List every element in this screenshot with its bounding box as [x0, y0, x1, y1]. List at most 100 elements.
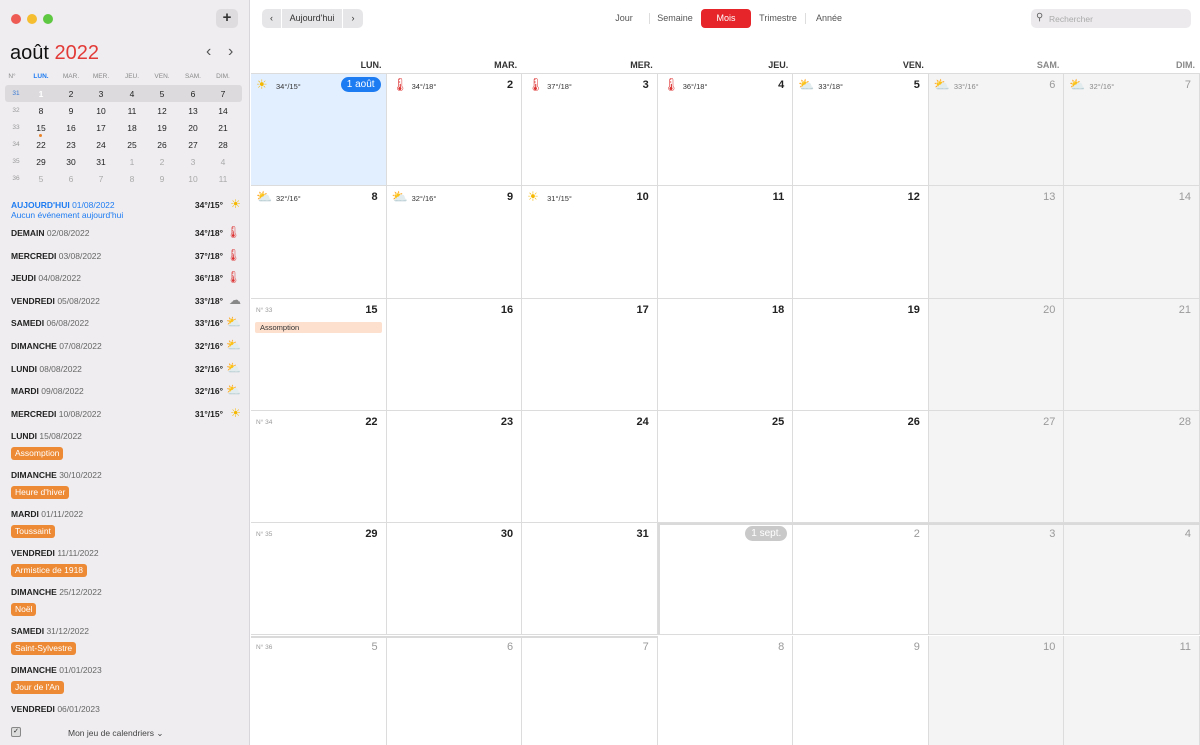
mini-calendar-day[interactable]: 9	[147, 172, 177, 186]
mini-calendar-day[interactable]: 4	[117, 87, 147, 101]
mini-calendar-day[interactable]: 2	[56, 87, 86, 101]
agenda-holiday[interactable]: SAMEDI 31/12/2022	[11, 626, 243, 636]
mini-calendar-day[interactable]: 11	[208, 172, 238, 186]
mini-calendar-day[interactable]: 30	[56, 155, 86, 169]
day-cell[interactable]: 19	[793, 298, 929, 411]
mini-calendar-day[interactable]: 22	[26, 138, 56, 152]
agenda-item[interactable]: MARDI 09/08/2022 32°/16° ⛅	[11, 383, 243, 397]
mini-calendar-day[interactable]: 19	[147, 121, 177, 135]
agenda-item[interactable]: LUNDI 08/08/2022 32°/16° ⛅	[11, 361, 243, 375]
zoom-window-button[interactable]	[43, 14, 53, 24]
minimize-window-button[interactable]	[27, 14, 37, 24]
mini-calendar-day[interactable]: 5	[147, 87, 177, 101]
mini-calendar-day[interactable]: 8	[26, 104, 56, 118]
today-button[interactable]: Aujourd'hui	[282, 9, 342, 28]
agenda-holiday[interactable]: LUNDI 15/08/2022	[11, 431, 243, 441]
day-cell[interactable]: 25	[657, 410, 794, 524]
mini-calendar-day[interactable]: 9	[56, 104, 86, 118]
day-cell[interactable]: 31	[522, 523, 658, 636]
day-cell[interactable]: N° 33 15 Assomption	[251, 298, 387, 411]
mini-calendar-next-icon[interactable]: ›	[228, 43, 233, 61]
mini-calendar-day[interactable]: 8	[117, 172, 147, 186]
agenda-holiday[interactable]: DIMANCHE 25/12/2022	[11, 587, 243, 597]
mini-calendar-day[interactable]: 5	[26, 172, 56, 186]
agenda-holiday[interactable]: VENDREDI 06/01/2023	[11, 704, 243, 714]
day-cell[interactable]: 7	[522, 635, 658, 745]
day-cell[interactable]: 16	[386, 298, 523, 411]
holiday-tag[interactable]: Assomption	[11, 447, 64, 460]
mini-calendar-day[interactable]: 4	[208, 155, 238, 169]
day-cell[interactable]: 20	[928, 298, 1065, 411]
day-cell[interactable]: 9	[793, 635, 929, 745]
prev-period-button[interactable]: ‹	[262, 9, 281, 28]
day-cell[interactable]: 30	[386, 523, 523, 636]
agenda-item[interactable]: DEMAIN 02/08/2022 34°/18° 🌡	[11, 225, 243, 239]
day-cell[interactable]: 8 ⛅ 32°/16°	[251, 186, 387, 299]
holiday-tag[interactable]: Heure d'hiver	[11, 486, 70, 499]
mini-calendar-day[interactable]: 15	[26, 121, 56, 137]
calendar-set-checkbox[interactable]: ✓	[11, 727, 21, 737]
day-cell[interactable]: 2 🌡 34°/18°	[386, 74, 523, 187]
mini-calendar-day[interactable]: 25	[117, 138, 147, 152]
day-cell[interactable]: 23	[386, 410, 523, 524]
event-assomption[interactable]: Assomption	[255, 321, 382, 333]
mini-calendar-day[interactable]: 23	[56, 138, 86, 152]
day-cell[interactable]: 7 ⛅ 32°/16°	[1064, 74, 1200, 187]
day-cell[interactable]: 5 ⛅ 33°/18°	[793, 74, 929, 187]
mini-calendar-day[interactable]: 21	[208, 121, 238, 135]
mini-calendar-day[interactable]: 6	[178, 87, 208, 101]
mini-calendar-day[interactable]: 3	[86, 87, 116, 101]
day-cell[interactable]: 9 ⛅ 32°/16°	[386, 186, 523, 299]
agenda-holiday[interactable]: DIMANCHE 01/01/2023	[11, 665, 243, 675]
agenda-item[interactable]: DIMANCHE 07/08/2022 32°/16° ⛅	[11, 338, 243, 352]
agenda-item[interactable]: MERCREDI 10/08/2022 31°/15° ☀	[11, 406, 243, 420]
day-cell[interactable]: N° 36 5	[251, 635, 387, 745]
mini-calendar-day[interactable]: 6	[56, 172, 86, 186]
day-cell[interactable]: 4	[1064, 523, 1200, 636]
mini-calendar-day[interactable]: 12	[147, 104, 177, 118]
day-cell[interactable]: 17	[522, 298, 658, 411]
agenda-holiday[interactable]: DIMANCHE 30/10/2022	[11, 470, 243, 480]
tab-mois[interactable]: Mois	[701, 9, 751, 28]
mini-calendar-day[interactable]: 18	[117, 121, 147, 135]
holiday-tag[interactable]: Noël	[11, 603, 37, 616]
search-input[interactable]	[1049, 11, 1184, 26]
day-cell[interactable]: 1 août ☀ 34°/15°	[251, 74, 387, 187]
agenda-today[interactable]: AUJOURD'HUI 01/08/2022 34°/15° ☀	[11, 197, 243, 211]
tab-semaine[interactable]: Semaine	[651, 9, 699, 28]
mini-calendar-day[interactable]: 29	[26, 155, 56, 169]
mini-calendar-day[interactable]: 20	[178, 121, 208, 135]
mini-calendar-day[interactable]: 31	[86, 155, 116, 169]
holiday-tag[interactable]: Toussaint	[11, 525, 55, 538]
holiday-tag[interactable]: Armistice de 1918	[11, 564, 88, 577]
day-cell[interactable]: 2	[793, 523, 929, 636]
close-window-button[interactable]	[11, 14, 21, 24]
mini-calendar-day[interactable]: 13	[178, 104, 208, 118]
day-cell[interactable]: 6	[387, 635, 523, 745]
day-cell[interactable]: 3	[928, 523, 1065, 636]
mini-calendar-day[interactable]: 16	[56, 121, 86, 135]
day-cell[interactable]: 10 ☀ 31°/15°	[522, 186, 658, 299]
mini-calendar-prev-icon[interactable]: ‹	[206, 43, 211, 61]
mini-calendar-day[interactable]: 7	[86, 172, 116, 186]
day-cell[interactable]: 18	[657, 298, 794, 411]
tab-jour[interactable]: Jour	[603, 9, 645, 28]
mini-calendar-day[interactable]: 3	[178, 155, 208, 169]
day-cell[interactable]: 3 🌡 37°/18°	[522, 74, 658, 187]
agenda-holiday[interactable]: MARDI 01/11/2022	[11, 509, 243, 519]
day-cell[interactable]: 11	[657, 186, 794, 299]
mini-calendar-day[interactable]: 24	[86, 138, 116, 152]
day-cell[interactable]: 8	[658, 635, 794, 745]
mini-calendar-day[interactable]: 27	[178, 138, 208, 152]
mini-calendar-day[interactable]: 17	[86, 121, 116, 135]
mini-calendar-day[interactable]: 14	[208, 104, 238, 118]
search-box[interactable]: ⚲	[1031, 9, 1191, 28]
day-cell[interactable]: 26	[793, 410, 929, 524]
add-event-button[interactable]: +	[216, 9, 238, 28]
day-cell[interactable]: N° 35 29	[251, 523, 387, 636]
mini-calendar-day[interactable]: 28	[208, 138, 238, 152]
agenda-item[interactable]: SAMEDI 06/08/2022 33°/16° ⛅	[11, 315, 243, 329]
calendar-set-selector[interactable]: Mon jeu de calendriers ⌄	[68, 728, 164, 739]
mini-calendar-day[interactable]: 26	[147, 138, 177, 152]
holiday-tag[interactable]: Jour de l'An	[11, 681, 64, 694]
